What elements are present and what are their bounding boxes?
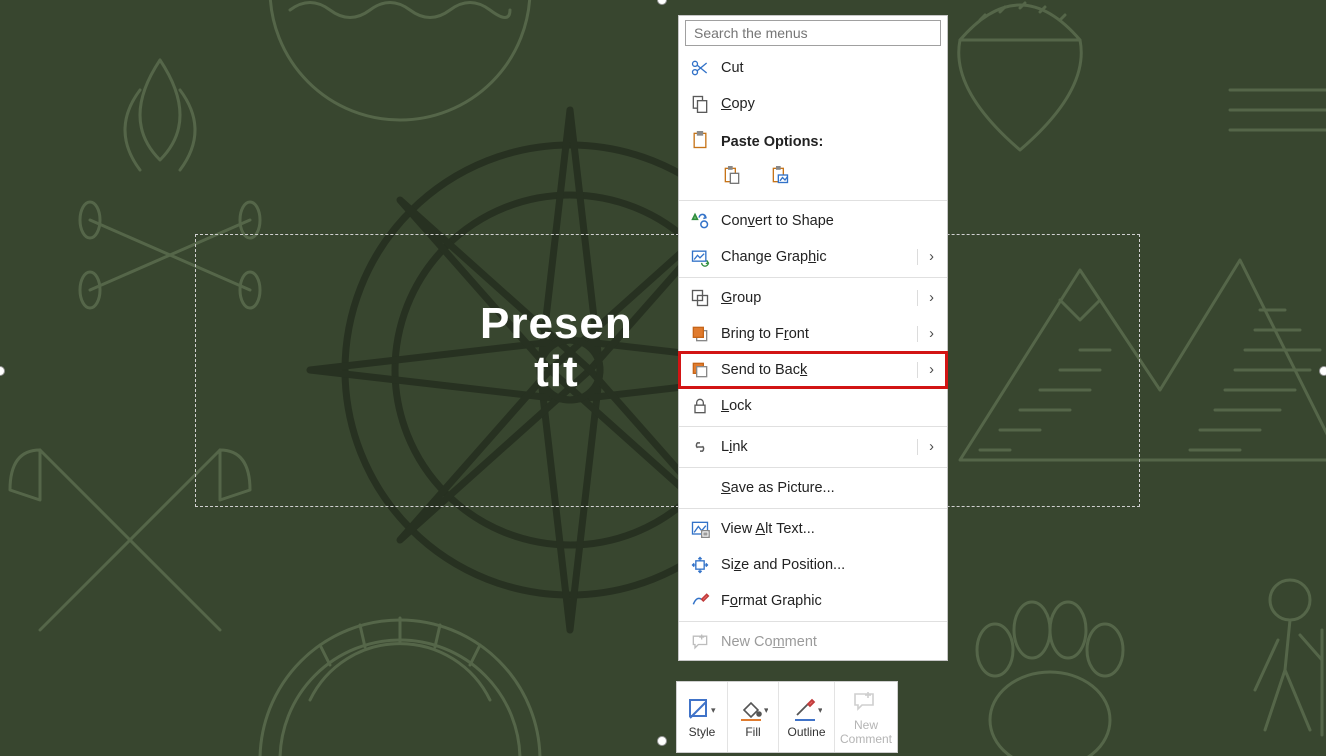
mini-label: Fill [745, 726, 760, 739]
menu-label: Paste Options: [721, 134, 823, 150]
slide-canvas[interactable]: Presen tit [0, 0, 1326, 756]
menu-label: View Alt Text... [721, 521, 937, 537]
mini-label-line2: Comment [840, 733, 892, 746]
mini-label: Style [689, 726, 716, 739]
menu-item-bring-to-front[interactable]: Bring to Front › [679, 316, 947, 352]
menu-item-size-and-position[interactable]: Size and Position... [679, 547, 947, 583]
submenu-arrow-icon[interactable]: › [917, 290, 937, 306]
menu-item-convert-to-shape[interactable]: Convert to Shape [679, 203, 947, 239]
context-menu: Cut Copy Paste Options: Convert to Shape… [678, 15, 948, 661]
menu-separator [679, 200, 947, 201]
mini-label: Outline [787, 726, 825, 739]
fill-icon: ▾ [738, 695, 768, 723]
menu-label: New Comment [721, 634, 937, 650]
size-position-icon [689, 554, 711, 576]
menu-label: Lock [721, 398, 937, 414]
mini-outline-button[interactable]: ▾ Outline [779, 682, 835, 752]
svg-text:▾: ▾ [711, 705, 716, 715]
blank-icon [689, 477, 711, 499]
menu-separator [679, 426, 947, 427]
menu-item-view-alt-text[interactable]: View Alt Text... [679, 511, 947, 547]
copy-icon [689, 93, 711, 115]
mini-style-button[interactable]: ▾ Style [677, 682, 728, 752]
menu-item-change-graphic[interactable]: Change Graphic › [679, 239, 947, 275]
bring-front-icon [689, 323, 711, 345]
group-icon [689, 287, 711, 309]
menu-item-group[interactable]: Group › [679, 280, 947, 316]
style-icon: ▾ [687, 695, 717, 723]
paste-keep-source-icon[interactable] [721, 164, 743, 186]
menu-item-link[interactable]: Link › [679, 429, 947, 465]
menu-label: Send to Back [721, 362, 917, 378]
menu-separator [679, 277, 947, 278]
submenu-arrow-icon[interactable]: › [917, 439, 937, 455]
slide-background-graphics [0, 0, 1326, 756]
convert-shape-icon [689, 210, 711, 232]
comment-icon [851, 688, 881, 716]
menu-item-format-graphic[interactable]: Format Graphic [679, 583, 947, 619]
menu-label: Convert to Shape [721, 213, 937, 229]
menu-label: Save as Picture... [721, 480, 937, 496]
menu-search-input[interactable] [685, 20, 941, 46]
mini-toolbar: ▾ Style ▾ Fill ▾ Outline New Comment [676, 681, 898, 753]
link-icon [689, 436, 711, 458]
menu-label: Bring to Front [721, 326, 917, 342]
menu-label: Link [721, 439, 917, 455]
scissors-icon [689, 57, 711, 79]
title-line-2: tit [480, 348, 633, 396]
menu-label: Group [721, 290, 917, 306]
menu-label: Format Graphic [721, 593, 937, 609]
menu-item-cut[interactable]: Cut [679, 50, 947, 86]
menu-label: Copy [721, 96, 937, 112]
menu-item-copy[interactable]: Copy [679, 86, 947, 122]
menu-separator [679, 621, 947, 622]
change-graphic-icon [689, 246, 711, 268]
svg-text:▾: ▾ [818, 705, 822, 715]
menu-label: Change Graphic [721, 249, 917, 265]
menu-item-new-comment: New Comment [679, 624, 947, 660]
menu-label: Cut [721, 60, 937, 76]
menu-separator [679, 467, 947, 468]
mini-label-line1: New [854, 719, 878, 732]
slide-title-text: Presen tit [480, 300, 633, 397]
outline-icon: ▾ [792, 695, 822, 723]
lock-icon [689, 395, 711, 417]
menu-separator [679, 508, 947, 509]
menu-paste-options-header: Paste Options: [679, 122, 947, 158]
mini-fill-button[interactable]: ▾ Fill [728, 682, 779, 752]
format-graphic-icon [689, 590, 711, 612]
submenu-arrow-icon[interactable]: › [917, 326, 937, 342]
menu-item-save-as-picture[interactable]: Save as Picture... [679, 470, 947, 506]
alt-text-icon [689, 518, 711, 540]
paste-options-row [679, 158, 947, 198]
menu-item-lock[interactable]: Lock [679, 388, 947, 424]
mini-new-comment-button: New Comment [835, 682, 897, 752]
menu-label: Size and Position... [721, 557, 937, 573]
title-line-1: Presen [480, 300, 633, 348]
clipboard-icon [689, 129, 711, 151]
menu-item-send-to-back[interactable]: Send to Back › [679, 352, 947, 388]
svg-text:▾: ▾ [764, 705, 768, 715]
send-back-icon [689, 359, 711, 381]
submenu-arrow-icon[interactable]: › [917, 362, 937, 378]
comment-icon [689, 631, 711, 653]
paste-picture-icon[interactable] [769, 164, 791, 186]
submenu-arrow-icon[interactable]: › [917, 249, 937, 265]
